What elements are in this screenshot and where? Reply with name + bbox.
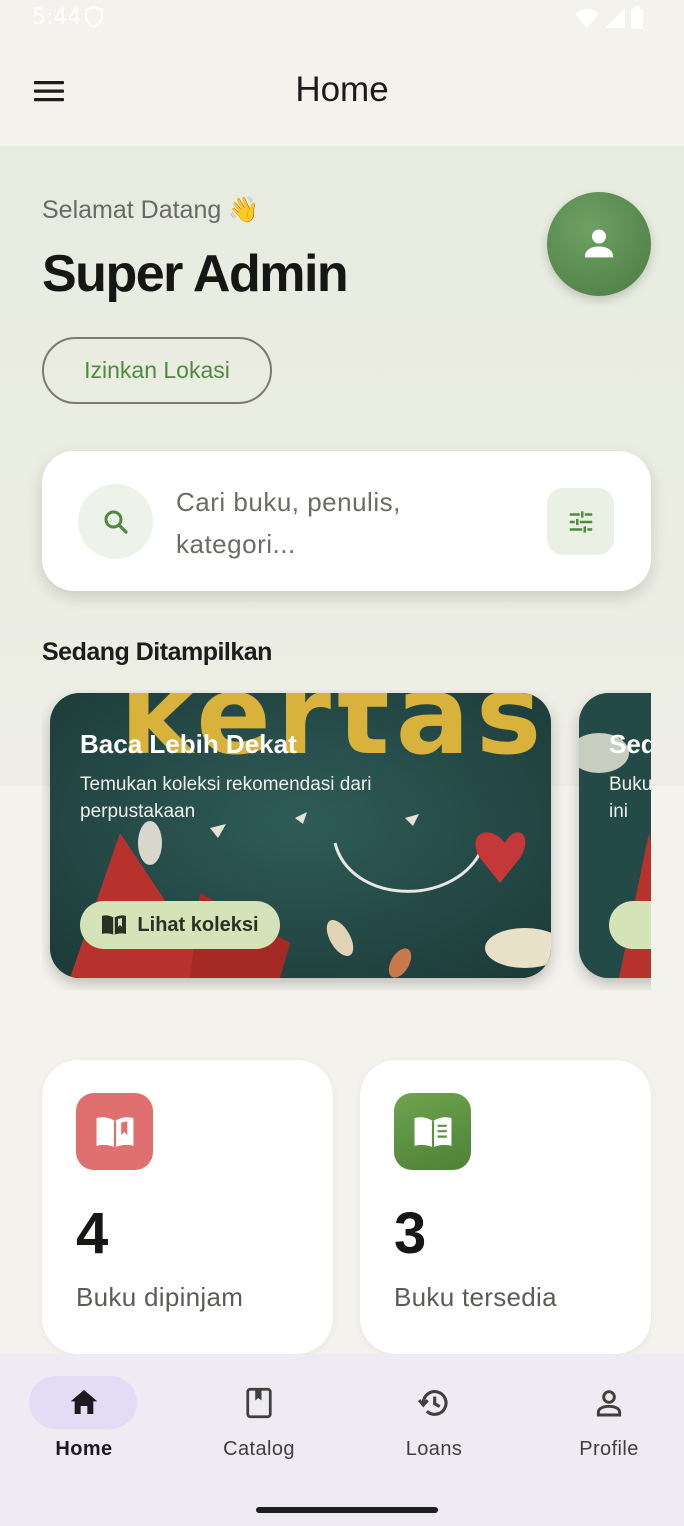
nav-item-profile[interactable]: Profile [529,1376,684,1476]
gesture-handle [256,1507,438,1513]
featured-banner[interactable]: Sed Buku ini [579,693,651,978]
featured-banner[interactable]: kertas Baca Lebih Dekat Temukan koleksi … [50,693,551,978]
search-input[interactable]: Cari buku, penulis, kategori... [176,481,436,565]
bookmark-book-icon [179,1386,339,1420]
banner-subtitle: Buku ini [609,774,651,822]
bottom-navigation: Home Catalog Loans Profile [0,1354,684,1526]
borrowed-books-card[interactable]: 4 Buku dipinjam [42,1060,333,1354]
banner-title: Baca Lebih Dekat [80,729,297,759]
open-book-icon [76,1093,153,1170]
nav-item-home[interactable]: Home [4,1376,164,1476]
person-icon [529,1386,684,1420]
featured-section-title: Sedang Ditampilkan [42,638,272,666]
view-collection-button[interactable] [609,901,651,949]
avatar[interactable] [547,192,651,296]
available-label: Buku tersedia [394,1282,557,1312]
system-icons [574,6,644,30]
banner-title: Sed [609,729,651,759]
nav-label-profile: Profile [579,1438,639,1460]
filter-tune-icon[interactable] [547,488,614,555]
shield-icon [84,5,104,35]
allow-location-button[interactable]: Izinkan Lokasi [42,337,272,404]
available-books-card[interactable]: 3 Buku tersedia [360,1060,651,1354]
book-icon [102,915,127,935]
borrowed-label: Buku dipinjam [76,1282,244,1312]
top-app-bar: Home [0,36,684,146]
search-card: Cari buku, penulis, kategori... [42,451,651,591]
greeting-text: Selamat Datang 👋 [42,196,260,224]
wifi-icon [575,8,599,28]
view-collection-label: Lihat koleksi [137,913,259,936]
battery-icon [631,6,643,29]
featured-carousel[interactable]: kertas Baca Lebih Dekat Temukan koleksi … [42,690,651,990]
signal-icon [605,8,625,28]
user-name: Super Admin [42,245,349,303]
nav-item-loans[interactable]: Loans [354,1376,514,1476]
status-time: 5:44 [32,5,82,30]
nav-label-home: Home [55,1438,113,1460]
banner-subtitle: Temukan koleksi rekomendasi dari perpust… [80,774,372,822]
home-icon [4,1386,164,1420]
nav-label-loans: Loans [405,1438,463,1460]
search-icon[interactable] [78,484,153,559]
nav-label-catalog: Catalog [223,1438,295,1460]
book-lines-icon [394,1093,471,1170]
available-count: 3 [394,1201,427,1266]
page-title: Home [295,70,389,109]
view-collection-button[interactable]: Lihat koleksi [80,901,280,949]
person-icon [584,229,614,258]
history-icon [354,1386,514,1420]
status-bar: 5:44 [0,0,684,36]
borrowed-count: 4 [76,1201,109,1266]
nav-item-catalog[interactable]: Catalog [179,1376,339,1476]
